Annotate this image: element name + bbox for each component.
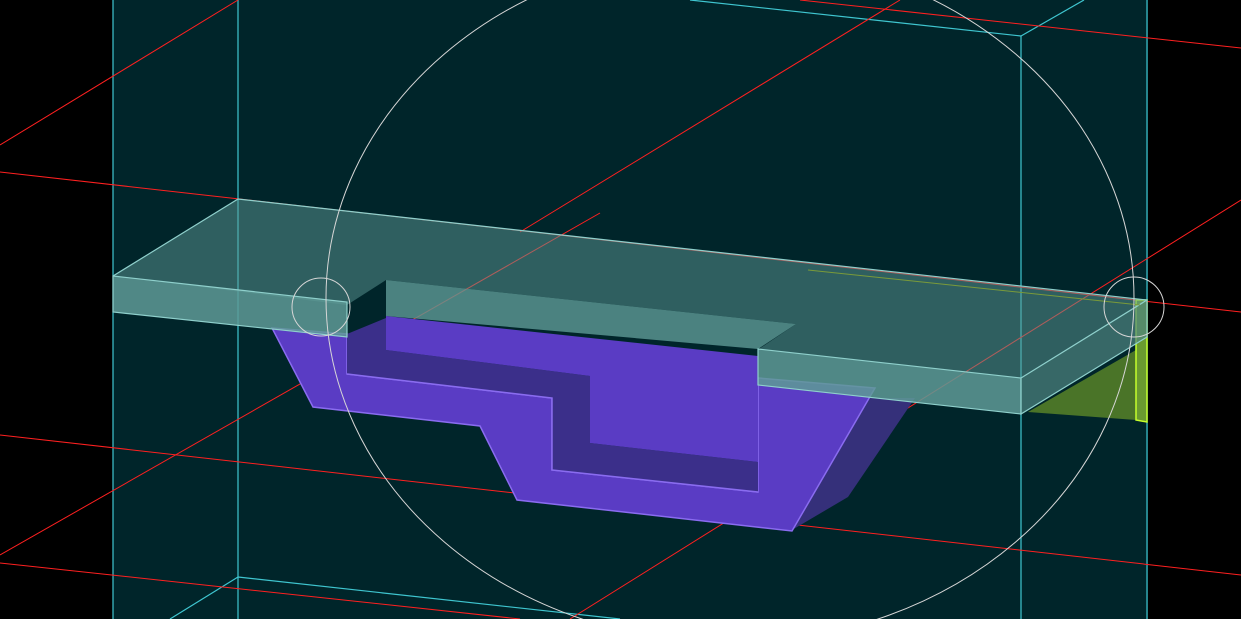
3d-model-viewport[interactable] <box>0 0 1241 619</box>
viewport-canvas <box>0 0 1241 619</box>
